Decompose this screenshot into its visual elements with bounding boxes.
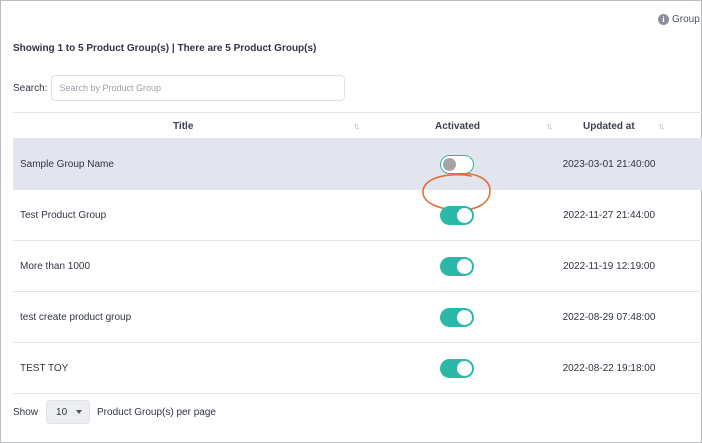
table-row[interactable]: TEST TOY 2022-08-22 19:18:00 xyxy=(13,343,702,394)
row-updated-at: 2022-11-19 12:19:00 xyxy=(562,260,656,272)
table-row[interactable]: More than 1000 2022-11-19 12:19:00 xyxy=(13,241,702,292)
activated-toggle-off[interactable] xyxy=(440,155,474,174)
results-summary: Showing 1 to 5 Product Group(s) | There … xyxy=(13,43,317,54)
column-header-title[interactable]: Title xyxy=(173,113,193,139)
toggle-knob xyxy=(457,259,472,274)
toggle-knob xyxy=(457,361,472,376)
toggle-knob xyxy=(457,310,472,325)
sort-updated-at-icon[interactable]: ↑↓ xyxy=(658,113,665,139)
group-info[interactable]: i Group xyxy=(658,14,700,25)
table-row[interactable]: Test Product Group 2022-11-27 21:44:00 xyxy=(13,190,702,241)
show-label: Show xyxy=(13,406,39,418)
product-group-table: Title ↑↓ Activated ↑↓ Updated at ↑↓ Samp… xyxy=(13,112,702,394)
activated-toggle-on[interactable] xyxy=(440,308,474,327)
search-input[interactable] xyxy=(51,75,346,101)
search-label: Search: xyxy=(13,82,48,94)
table-row[interactable]: Sample Group Name 2023-03-01 21:40:00 xyxy=(13,139,702,211)
sort-activated-icon[interactable]: ↑↓ xyxy=(546,113,553,139)
row-title: Sample Group Name xyxy=(20,158,114,170)
activated-toggle-on[interactable] xyxy=(440,359,474,378)
table-header: Title ↑↓ Activated ↑↓ Updated at ↑↓ xyxy=(13,112,702,139)
info-icon: i xyxy=(658,14,669,25)
row-updated-at: 2022-11-27 21:44:00 xyxy=(562,209,656,221)
toggle-knob xyxy=(443,157,456,171)
row-updated-at: 2022-08-22 19:18:00 xyxy=(562,362,656,374)
activated-toggle-on[interactable] xyxy=(440,206,474,225)
per-page-suffix: Product Group(s) per page xyxy=(97,406,216,418)
column-header-updated-at[interactable]: Updated at xyxy=(583,113,635,139)
row-title: test create product group xyxy=(20,311,132,323)
row-title: TEST TOY xyxy=(20,362,69,374)
row-updated-at: 2023-03-01 21:40:00 xyxy=(562,158,656,170)
group-label: Group xyxy=(672,14,700,25)
activated-toggle-on[interactable] xyxy=(440,257,474,276)
row-updated-at: 2022-08-29 07:48:00 xyxy=(562,311,656,323)
search-bar: Search: xyxy=(13,75,346,101)
sort-title-icon[interactable]: ↑↓ xyxy=(353,113,360,139)
toggle-knob xyxy=(457,208,472,223)
pagination-footer: Show 10 Product Group(s) per page xyxy=(13,400,216,424)
row-title: Test Product Group xyxy=(20,209,107,221)
table-row[interactable]: test create product group 2022-08-29 07:… xyxy=(13,292,702,343)
column-header-activated[interactable]: Activated xyxy=(435,113,480,139)
per-page-value: 10 xyxy=(56,406,68,418)
per-page-select[interactable]: 10 xyxy=(46,400,91,424)
row-title: More than 1000 xyxy=(20,260,91,272)
chevron-down-icon xyxy=(76,410,83,414)
